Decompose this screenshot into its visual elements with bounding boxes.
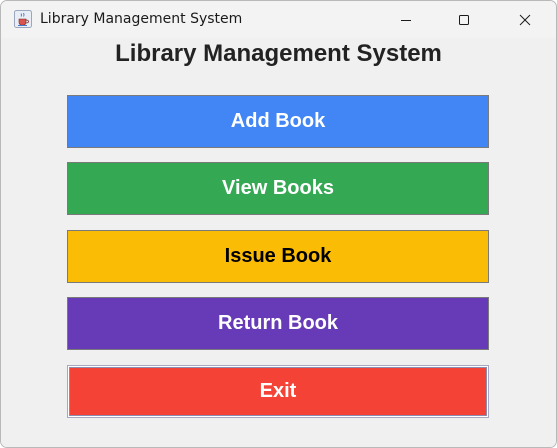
maximize-icon <box>459 14 469 25</box>
close-icon <box>519 14 530 25</box>
minimize-icon <box>401 19 411 21</box>
main-panel: Library Management System Add Book View … <box>1 38 556 447</box>
return-book-label: Return Book <box>218 312 338 334</box>
maximize-button[interactable] <box>435 1 493 38</box>
issue-book-label: Issue Book <box>224 245 332 267</box>
exit-button[interactable]: Exit <box>67 365 489 418</box>
add-book-button[interactable]: Add Book <box>67 95 489 148</box>
title-bar[interactable]: Library Management System <box>1 1 556 38</box>
view-books-label: View Books <box>222 177 334 199</box>
return-book-button[interactable]: Return Book <box>67 297 489 350</box>
add-book-label: Add Book <box>230 110 326 132</box>
exit-label: Exit <box>259 380 297 402</box>
view-books-button[interactable]: View Books <box>67 162 489 215</box>
java-cup-icon <box>14 10 32 28</box>
page-title: Library Management System <box>115 40 442 67</box>
window-title: Library Management System <box>40 11 243 27</box>
minimize-button[interactable] <box>377 1 435 38</box>
issue-book-button[interactable]: Issue Book <box>67 230 489 283</box>
close-button[interactable] <box>493 1 556 38</box>
app-window: Library Management System Library Manage… <box>0 0 557 448</box>
